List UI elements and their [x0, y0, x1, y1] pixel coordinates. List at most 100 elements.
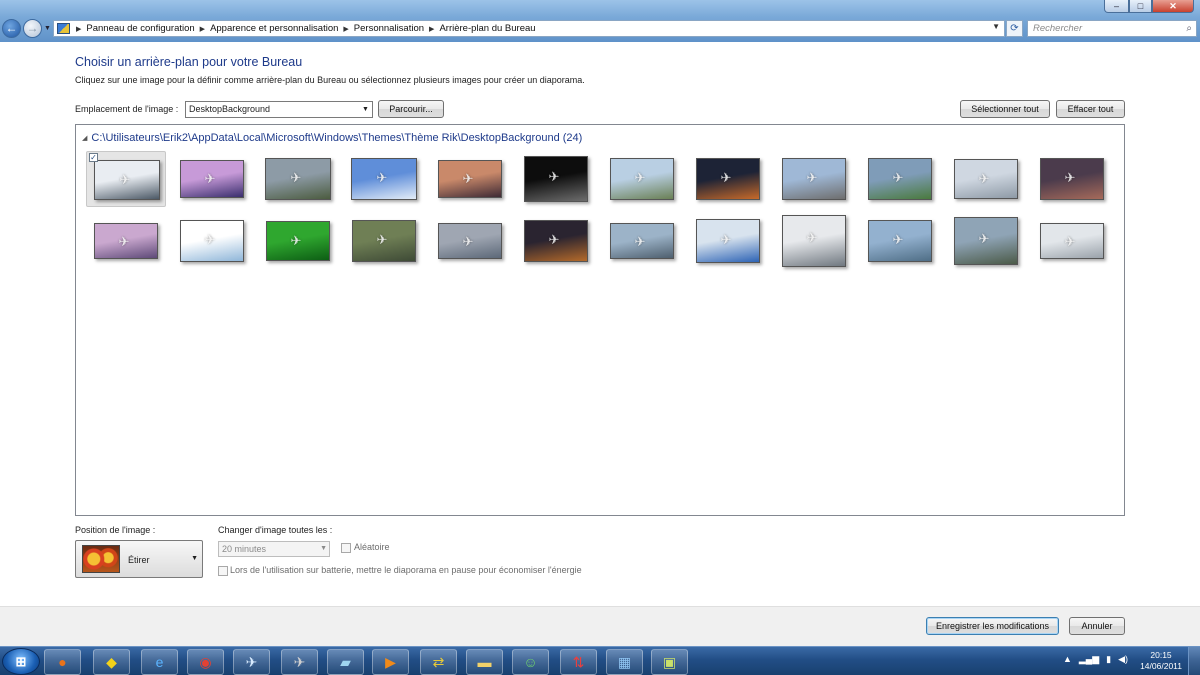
chevron-right-icon[interactable]: ▶ — [74, 25, 83, 33]
wallpaper-thumbnail[interactable]: ✈ — [172, 213, 252, 269]
picture-viewer-icon: ▣ — [662, 654, 677, 670]
wallpaper-thumbnail[interactable]: ✈ — [430, 151, 510, 207]
taskbar-app-button[interactable]: ✈ — [281, 649, 318, 675]
wallpaper-thumbnail[interactable]: ✈ — [86, 213, 166, 269]
wallpaper-thumbnail[interactable]: ✈ — [516, 151, 596, 207]
chevron-right-icon[interactable]: ▶ — [341, 25, 350, 33]
wallpaper-thumbnail[interactable]: ✈ — [172, 151, 252, 207]
taskbar-app-button[interactable]: ▶ — [372, 649, 409, 675]
wallpaper-thumbnail[interactable]: ✈ — [516, 213, 596, 269]
airplane-icon: ✈ — [720, 170, 732, 186]
close-button[interactable]: ✕ — [1152, 0, 1194, 13]
wallpaper-thumbnail[interactable]: ✈ — [602, 151, 682, 207]
refresh-button[interactable]: ⟳ — [1006, 20, 1023, 37]
wallpaper-thumbnail[interactable]: ✈ — [344, 213, 424, 269]
chevron-right-icon[interactable]: ▶ — [427, 25, 436, 33]
wallpaper-image: ✈ — [782, 158, 846, 200]
wallpaper-image: ✈ — [524, 156, 588, 202]
wallpaper-thumbnail[interactable]: ✈ — [430, 213, 510, 269]
taskbar-app-button[interactable]: ☺ — [512, 649, 549, 675]
save-button[interactable]: Enregistrer les modifications — [926, 617, 1059, 635]
chevron-right-icon[interactable]: ▶ — [198, 25, 207, 33]
taskbar-app-button[interactable]: ◉ — [187, 649, 224, 675]
maximize-button[interactable]: □ — [1129, 0, 1152, 13]
network-icon: ⇄ — [432, 654, 445, 670]
show-desktop-button[interactable] — [1188, 647, 1200, 675]
taskbar-app-button[interactable]: ◆ — [93, 649, 130, 675]
airplane-icon: ✈ — [720, 231, 732, 247]
airplane-icon: ✈ — [462, 233, 474, 249]
interval-select[interactable]: 20 minutes ▼ — [218, 541, 330, 557]
wallpaper-image: ✈ — [1040, 223, 1104, 259]
show-hidden-icons-icon[interactable]: ▲ — [1063, 654, 1072, 665]
wallpaper-thumbnail[interactable]: ✈ — [946, 213, 1026, 269]
breadcrumb-appearance[interactable]: Apparence et personnalisation — [207, 23, 341, 34]
wallpaper-image: ✈ — [180, 160, 244, 198]
arrow-right-icon: → — [26, 21, 39, 35]
control-panel-icon — [57, 23, 70, 34]
firefox-icon: ● — [58, 654, 67, 670]
breadcrumb: ▶ Panneau de configuration ▶ Apparence e… — [53, 20, 1005, 37]
taskbar-app-button[interactable]: e — [141, 649, 178, 675]
folder-group-header[interactable]: ◢ C:\Utilisateurs\Erik2\AppData\Local\Mic… — [82, 132, 582, 144]
chevron-down-icon: ▼ — [320, 545, 327, 552]
wallpaper-thumbnail[interactable]: ✈ — [1032, 151, 1112, 207]
select-all-button[interactable]: Sélectionner tout — [960, 100, 1050, 118]
taskbar-app-button[interactable]: ▣ — [651, 649, 688, 675]
collapse-triangle-icon[interactable]: ◢ — [82, 135, 87, 142]
cancel-button[interactable]: Annuler — [1069, 617, 1125, 635]
breadcrumb-control-panel[interactable]: Panneau de configuration — [83, 23, 197, 34]
taskbar-app-button[interactable]: ✈ — [233, 649, 270, 675]
wallpaper-thumbnail[interactable]: ✈ — [258, 213, 338, 269]
wallpaper-thumbnail[interactable]: ✈ — [774, 151, 854, 207]
wallpaper-thumbnail[interactable]: ✈ — [774, 213, 854, 269]
breadcrumb-personalization[interactable]: Personnalisation — [351, 23, 427, 34]
taskbar: ⊞ ● ◆ e ◉ ✈ ✈ ▰ ▶ ⇄ ▬ ☺ ⇅ ▦ ▣ ▲ ▂▄▆ ▮ ◀) 20:15 14/06/… — [0, 646, 1200, 675]
wallpaper-thumbnail[interactable]: ✈ — [860, 213, 940, 269]
wallpaper-thumbnail[interactable]: ✈ — [946, 151, 1026, 207]
wallpaper-thumbnail[interactable]: ✈ — [1032, 213, 1112, 269]
wallpaper-image: ✈ — [610, 223, 674, 259]
wallpaper-thumbnail[interactable]: ✈ — [688, 213, 768, 269]
battery-pause-checkbox[interactable] — [218, 566, 228, 576]
taskbar-app-button[interactable]: ▬ — [466, 649, 503, 675]
wallpaper-thumbnail[interactable]: ✈ — [258, 151, 338, 207]
taskbar-app-button[interactable]: ● — [44, 649, 81, 675]
messenger-icon: ☺ — [523, 654, 538, 670]
taskbar-app-button[interactable]: ⇄ — [420, 649, 457, 675]
battery-icon[interactable]: ▮ — [1106, 654, 1111, 665]
wallpaper-thumbnail[interactable]: ✈ ✓ — [86, 151, 166, 207]
position-value: Étirer — [128, 555, 150, 565]
position-select[interactable]: Étirer ▼ — [75, 540, 203, 578]
shuffle-checkbox[interactable] — [341, 543, 351, 553]
wallpaper-image: ✈ — [94, 223, 158, 259]
taskbar-app-button[interactable]: ▦ — [606, 649, 643, 675]
volume-icon[interactable]: ◀) — [1118, 654, 1128, 665]
selected-checkbox[interactable]: ✓ — [89, 153, 98, 162]
signal-icon[interactable]: ▂▄▆ — [1079, 654, 1099, 665]
forward-button[interactable]: → — [23, 19, 42, 38]
location-label: Emplacement de l'image : — [75, 104, 179, 114]
wallpaper-thumbnail[interactable]: ✈ — [688, 151, 768, 207]
chevron-down-icon[interactable]: ▼ — [992, 22, 1000, 31]
minimize-button[interactable]: – — [1104, 0, 1129, 13]
taskbar-app-button[interactable]: ▰ — [327, 649, 364, 675]
wallpaper-thumbnail[interactable]: ✈ — [344, 151, 424, 207]
wallpaper-thumbnail[interactable]: ✈ — [860, 151, 940, 207]
breadcrumb-desktop-background[interactable]: Arrière-plan du Bureau — [436, 23, 538, 34]
recent-pages-dropdown[interactable]: ▼ — [44, 25, 51, 32]
location-select[interactable]: DesktopBackground ▼ — [185, 101, 373, 118]
taskbar-app-button[interactable]: ⇅ — [560, 649, 597, 675]
search-input[interactable]: Rechercher ⌕ — [1027, 20, 1197, 37]
airplane-icon: ✈ — [204, 232, 216, 248]
search-icon[interactable]: ⌕ — [1186, 21, 1192, 36]
wallpaper-image: ✈ — [438, 160, 502, 198]
airplane-icon: ✈ — [119, 171, 131, 187]
airplane-icon: ✈ — [634, 233, 646, 249]
clock[interactable]: 20:15 14/06/2011 — [1140, 650, 1182, 672]
wallpaper-thumbnail[interactable]: ✈ — [602, 213, 682, 269]
back-button[interactable]: ← — [2, 19, 21, 38]
start-button[interactable]: ⊞ — [2, 648, 40, 675]
browse-button[interactable]: Parcourir... — [378, 100, 444, 118]
clear-all-button[interactable]: Effacer tout — [1056, 100, 1125, 118]
